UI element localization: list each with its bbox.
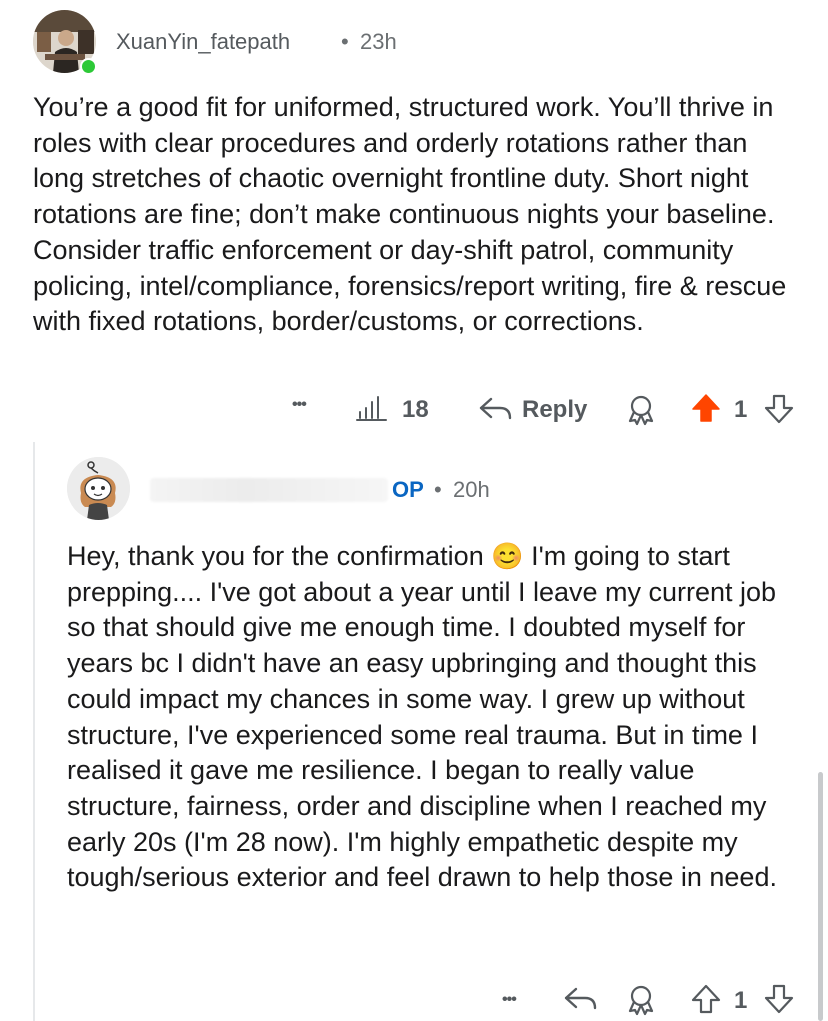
reply-vote-count: 1 — [734, 987, 748, 1014]
downvote-icon[interactable] — [763, 393, 795, 425]
insights-count: 18 — [402, 396, 429, 423]
reply-button[interactable]: Reply — [522, 396, 587, 424]
redacted-username — [150, 478, 388, 502]
upvote-icon[interactable] — [690, 983, 722, 1015]
meta-separator: • — [341, 29, 349, 54]
more-options-button[interactable]: ••• — [292, 396, 307, 414]
scrollbar[interactable] — [818, 772, 823, 1021]
reply-more-options-button[interactable]: ••• — [502, 991, 517, 1009]
reply-text-rest: I'm going to start prepping.... I've got… — [67, 541, 777, 893]
vote-count: 1 — [734, 396, 748, 423]
comment-username[interactable]: XuanYin_fatepath — [116, 29, 290, 55]
snoo-avatar-image — [67, 457, 130, 520]
thread-line[interactable] — [33, 442, 35, 1021]
reply-icon[interactable] — [563, 984, 599, 1014]
op-badge: OP — [392, 477, 424, 502]
comment-time: 23h — [360, 29, 397, 54]
meta-separator: • — [434, 477, 442, 502]
reply-icon[interactable] — [478, 394, 514, 424]
smile-emoji-icon: 😊 — [491, 541, 524, 571]
comment-body: You’re a good fit for uniformed, structu… — [33, 92, 787, 337]
reply-avatar[interactable] — [67, 457, 130, 520]
award-icon[interactable] — [624, 983, 658, 1017]
online-status-dot — [80, 58, 97, 75]
reply-body: Hey, thank you for the confirmation 😊 I'… — [67, 539, 807, 896]
upvote-icon[interactable] — [690, 392, 722, 424]
downvote-icon[interactable] — [763, 983, 795, 1015]
award-icon[interactable] — [624, 393, 658, 427]
reply-text-start: Hey, thank you for the confirmation — [67, 541, 484, 571]
insights-icon[interactable] — [356, 394, 388, 422]
reply-time: 20h — [453, 477, 490, 502]
